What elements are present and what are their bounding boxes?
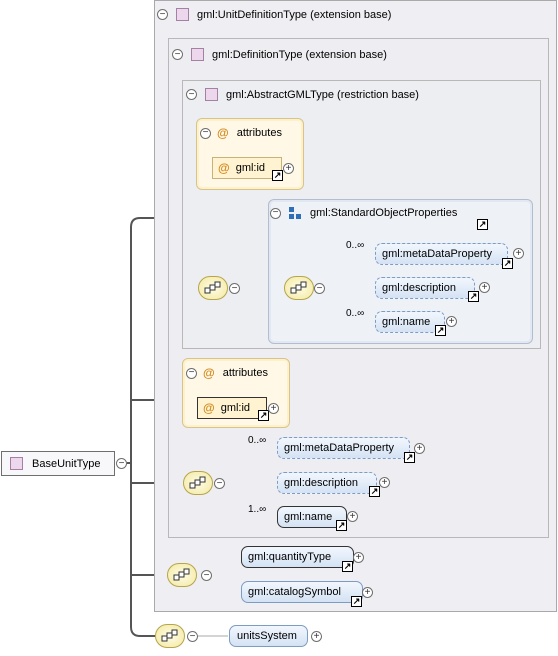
element-catalog-symbol[interactable]: gml:catalogSymbol xyxy=(241,581,363,603)
element-label: gml:name xyxy=(382,316,431,328)
group-label: gml:StandardObjectProperties xyxy=(310,207,458,219)
attribute-icon: @ xyxy=(203,366,215,380)
collapse-icon[interactable]: − xyxy=(270,207,281,219)
cardinality-label: 1..∞ xyxy=(248,504,267,515)
link-arrow-icon[interactable]: ↗ xyxy=(336,520,347,531)
attribute-icon: @ xyxy=(217,126,229,140)
sequence-compositor-icon[interactable] xyxy=(155,624,185,648)
attributes-label: attributes xyxy=(222,367,268,379)
attribute-icon: @ xyxy=(203,401,215,415)
expand-icon[interactable]: + xyxy=(379,477,390,488)
element-quantity-type[interactable]: gml:quantityType xyxy=(241,546,354,568)
expand-icon[interactable]: + xyxy=(446,316,457,327)
sequence-compositor-icon[interactable] xyxy=(198,276,228,300)
link-arrow-icon[interactable]: ↗ xyxy=(351,596,362,607)
attribute-name: gml:id xyxy=(220,402,251,414)
attributes-label: attributes xyxy=(236,127,282,139)
gml-id-attribute[interactable]: @ gml:id xyxy=(197,397,267,419)
collapse-icon[interactable]: − xyxy=(214,478,225,489)
link-arrow-icon[interactable]: ↗ xyxy=(342,561,353,572)
collapse-icon[interactable]: − xyxy=(172,49,183,60)
abstract-gml-header[interactable]: − gml:AbstractGMLType (restriction base) xyxy=(186,88,419,101)
element-label: gml:description xyxy=(382,282,456,294)
root-element-base-unit-type[interactable]: BaseUnitType xyxy=(1,451,115,476)
unit-definition-label: gml:UnitDefinitionType (extension base) xyxy=(197,8,392,21)
group-icon xyxy=(289,207,301,219)
cardinality-label: 0..∞ xyxy=(346,240,365,251)
link-arrow-icon[interactable]: ↗ xyxy=(258,410,269,421)
definition-type-header[interactable]: − gml:DefinitionType (extension base) xyxy=(172,48,387,61)
root-label: BaseUnitType xyxy=(32,457,101,470)
link-arrow-icon[interactable]: ↗ xyxy=(468,291,479,302)
element-label: gml:catalogSymbol xyxy=(248,586,341,598)
expand-icon[interactable]: + xyxy=(513,248,524,259)
expand-icon[interactable]: + xyxy=(347,511,358,522)
element-description[interactable]: gml:description xyxy=(375,277,475,299)
link-arrow-icon[interactable]: ↗ xyxy=(404,452,415,463)
collapse-icon[interactable]: − xyxy=(229,283,240,294)
complex-type-icon xyxy=(205,88,218,101)
attribute-name: gml:id xyxy=(235,162,266,174)
link-arrow-icon[interactable]: ↗ xyxy=(272,170,283,181)
collapse-icon[interactable]: − xyxy=(186,367,197,379)
expand-icon[interactable]: + xyxy=(353,552,364,563)
collapse-icon[interactable]: − xyxy=(200,127,211,139)
complex-type-icon xyxy=(191,48,204,61)
sequence-compositor-icon[interactable] xyxy=(284,276,314,300)
element-label: gml:metaDataProperty xyxy=(284,442,395,454)
cardinality-label: 0..∞ xyxy=(248,435,267,446)
element-description[interactable]: gml:description xyxy=(277,472,377,494)
element-label: gml:name xyxy=(284,511,333,523)
collapse-icon[interactable]: − xyxy=(314,283,325,294)
choice-compositor-icon[interactable] xyxy=(167,563,197,587)
attributes-header-outer[interactable]: − @ attributes xyxy=(186,366,268,380)
complex-type-icon xyxy=(10,457,23,470)
collapse-icon[interactable]: − xyxy=(187,631,198,642)
collapse-icon[interactable]: − xyxy=(201,570,212,581)
expand-icon[interactable]: + xyxy=(268,403,279,414)
expand-icon[interactable]: + xyxy=(362,587,373,598)
sequence-compositor-icon[interactable] xyxy=(183,471,213,495)
unit-definition-header[interactable]: − gml:UnitDefinitionType (extension base… xyxy=(157,8,391,21)
element-metadata-property[interactable]: gml:metaDataProperty xyxy=(375,243,508,265)
attribute-icon: @ xyxy=(218,161,230,175)
element-label: gml:quantityType xyxy=(248,551,332,563)
attributes-header-inner[interactable]: − @ attributes xyxy=(200,126,282,140)
element-label: gml:metaDataProperty xyxy=(382,248,493,260)
collapse-icon[interactable]: − xyxy=(186,89,197,100)
element-label: gml:description xyxy=(284,477,358,489)
expand-icon[interactable]: + xyxy=(479,282,490,293)
cardinality-label: 0..∞ xyxy=(346,308,365,319)
element-label: unitsSystem xyxy=(237,630,297,642)
collapse-icon[interactable]: − xyxy=(116,458,127,469)
link-arrow-icon[interactable]: ↗ xyxy=(502,258,513,269)
expand-icon[interactable]: + xyxy=(283,163,294,174)
collapse-icon[interactable]: − xyxy=(157,9,168,20)
link-arrow-icon[interactable]: ↗ xyxy=(369,486,380,497)
complex-type-icon xyxy=(176,8,189,21)
link-arrow-icon[interactable]: ↗ xyxy=(477,219,488,230)
element-metadata-property[interactable]: gml:metaDataProperty xyxy=(277,437,410,459)
expand-icon[interactable]: + xyxy=(414,443,425,454)
definition-type-label: gml:DefinitionType (extension base) xyxy=(212,48,387,61)
expand-icon[interactable]: + xyxy=(311,631,322,642)
abstract-gml-label: gml:AbstractGMLType (restriction base) xyxy=(226,88,419,101)
element-units-system[interactable]: unitsSystem xyxy=(229,625,308,647)
link-arrow-icon[interactable]: ↗ xyxy=(435,325,446,336)
standard-object-properties-header[interactable]: − gml:StandardObjectProperties xyxy=(270,207,457,219)
